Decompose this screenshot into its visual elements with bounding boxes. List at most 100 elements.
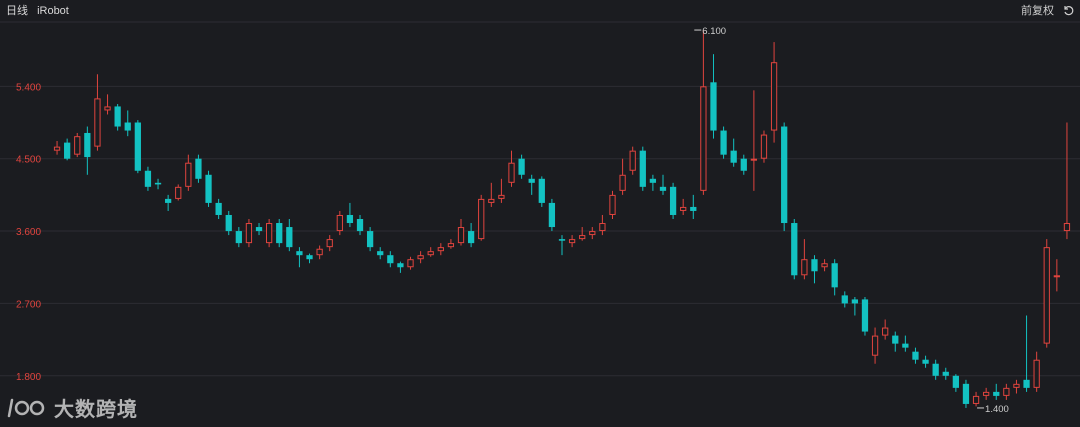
candle [690, 194, 697, 219]
candle [781, 122, 788, 232]
candle [993, 383, 1000, 400]
candle [255, 223, 263, 236]
candle [932, 359, 939, 380]
candle [801, 239, 808, 280]
y-tick-label: 3.600 [16, 227, 41, 238]
candle [1023, 315, 1030, 392]
candle [639, 146, 646, 191]
candle [609, 190, 616, 219]
candle [750, 90, 758, 191]
candle [387, 251, 394, 268]
candle [942, 367, 949, 380]
candle [74, 132, 81, 158]
y-tick-label: 2.700 [16, 299, 41, 310]
candlestick-chart[interactable]: 1.800 2.700 3.600 4.500 5.400 6.100 1.400 [0, 0, 1080, 427]
watermark-text: 大数跨境 [54, 399, 138, 421]
candle [882, 319, 889, 340]
candle [124, 110, 131, 137]
candle [680, 198, 687, 215]
candle [53, 141, 61, 155]
candle [659, 174, 667, 195]
annotation-label: 1.400 [985, 404, 1009, 415]
candle [861, 296, 869, 336]
candle [245, 219, 253, 248]
candle [579, 227, 586, 241]
candle [952, 374, 959, 392]
candle [397, 261, 404, 273]
candle [851, 296, 859, 316]
candle [144, 166, 152, 191]
candle [841, 291, 848, 308]
candle [568, 235, 576, 248]
candle [821, 259, 828, 272]
candle [902, 335, 909, 352]
candle [599, 214, 606, 236]
candle [710, 54, 717, 139]
candle [346, 202, 354, 228]
price-annotation: 1.400 [977, 404, 1009, 415]
candle [589, 227, 596, 240]
candle [528, 174, 535, 195]
candle [175, 184, 182, 201]
candle [235, 227, 242, 248]
candle [1053, 259, 1060, 292]
candle [700, 30, 707, 195]
candle [185, 154, 192, 191]
candle [64, 138, 71, 161]
candle [437, 243, 444, 256]
y-tick-label: 4.500 [16, 155, 41, 166]
candle [356, 214, 364, 236]
candle [1063, 122, 1071, 240]
y-tick-label: 1.800 [16, 372, 41, 383]
candle [730, 138, 737, 167]
candle [134, 120, 141, 174]
candle [447, 239, 455, 249]
candle [912, 347, 919, 364]
candle [770, 42, 778, 143]
candle [983, 387, 990, 400]
candle [377, 247, 384, 260]
candle [427, 247, 434, 257]
candle [286, 219, 293, 252]
watermark: 大数跨境 [6, 393, 138, 422]
candle [972, 391, 980, 407]
candle [619, 158, 626, 195]
candle [478, 194, 485, 241]
candle [316, 245, 323, 260]
candle [498, 178, 505, 203]
candle [276, 219, 283, 248]
annotation-label: 6.100 [702, 26, 726, 37]
candle [205, 170, 212, 207]
price-annotation: 6.100 [694, 26, 726, 37]
candle [1013, 379, 1020, 394]
candle [871, 327, 879, 364]
candle [296, 247, 303, 268]
candle [306, 253, 313, 264]
candle [407, 256, 414, 270]
candle [791, 219, 798, 280]
candle [892, 331, 899, 352]
candle [195, 154, 202, 183]
candle [760, 130, 768, 163]
candle [508, 150, 515, 187]
candle [740, 154, 747, 175]
candle [811, 255, 818, 284]
candle [114, 104, 121, 131]
y-tick-label: 5.400 [16, 82, 41, 93]
candle [457, 219, 465, 246]
candle [548, 198, 556, 232]
candle [558, 235, 566, 256]
candle [154, 178, 162, 190]
candle [467, 223, 475, 248]
candle [94, 74, 101, 151]
candle [165, 194, 172, 211]
candle [649, 174, 657, 191]
watermark-logo-icon [7, 398, 45, 417]
candle [720, 126, 727, 159]
candle [265, 219, 273, 248]
candle [104, 94, 111, 115]
candle [84, 126, 91, 175]
y-axis-ticks: 1.800 2.700 3.600 4.500 5.400 [16, 82, 41, 382]
candle [669, 182, 677, 219]
candle [538, 176, 545, 207]
